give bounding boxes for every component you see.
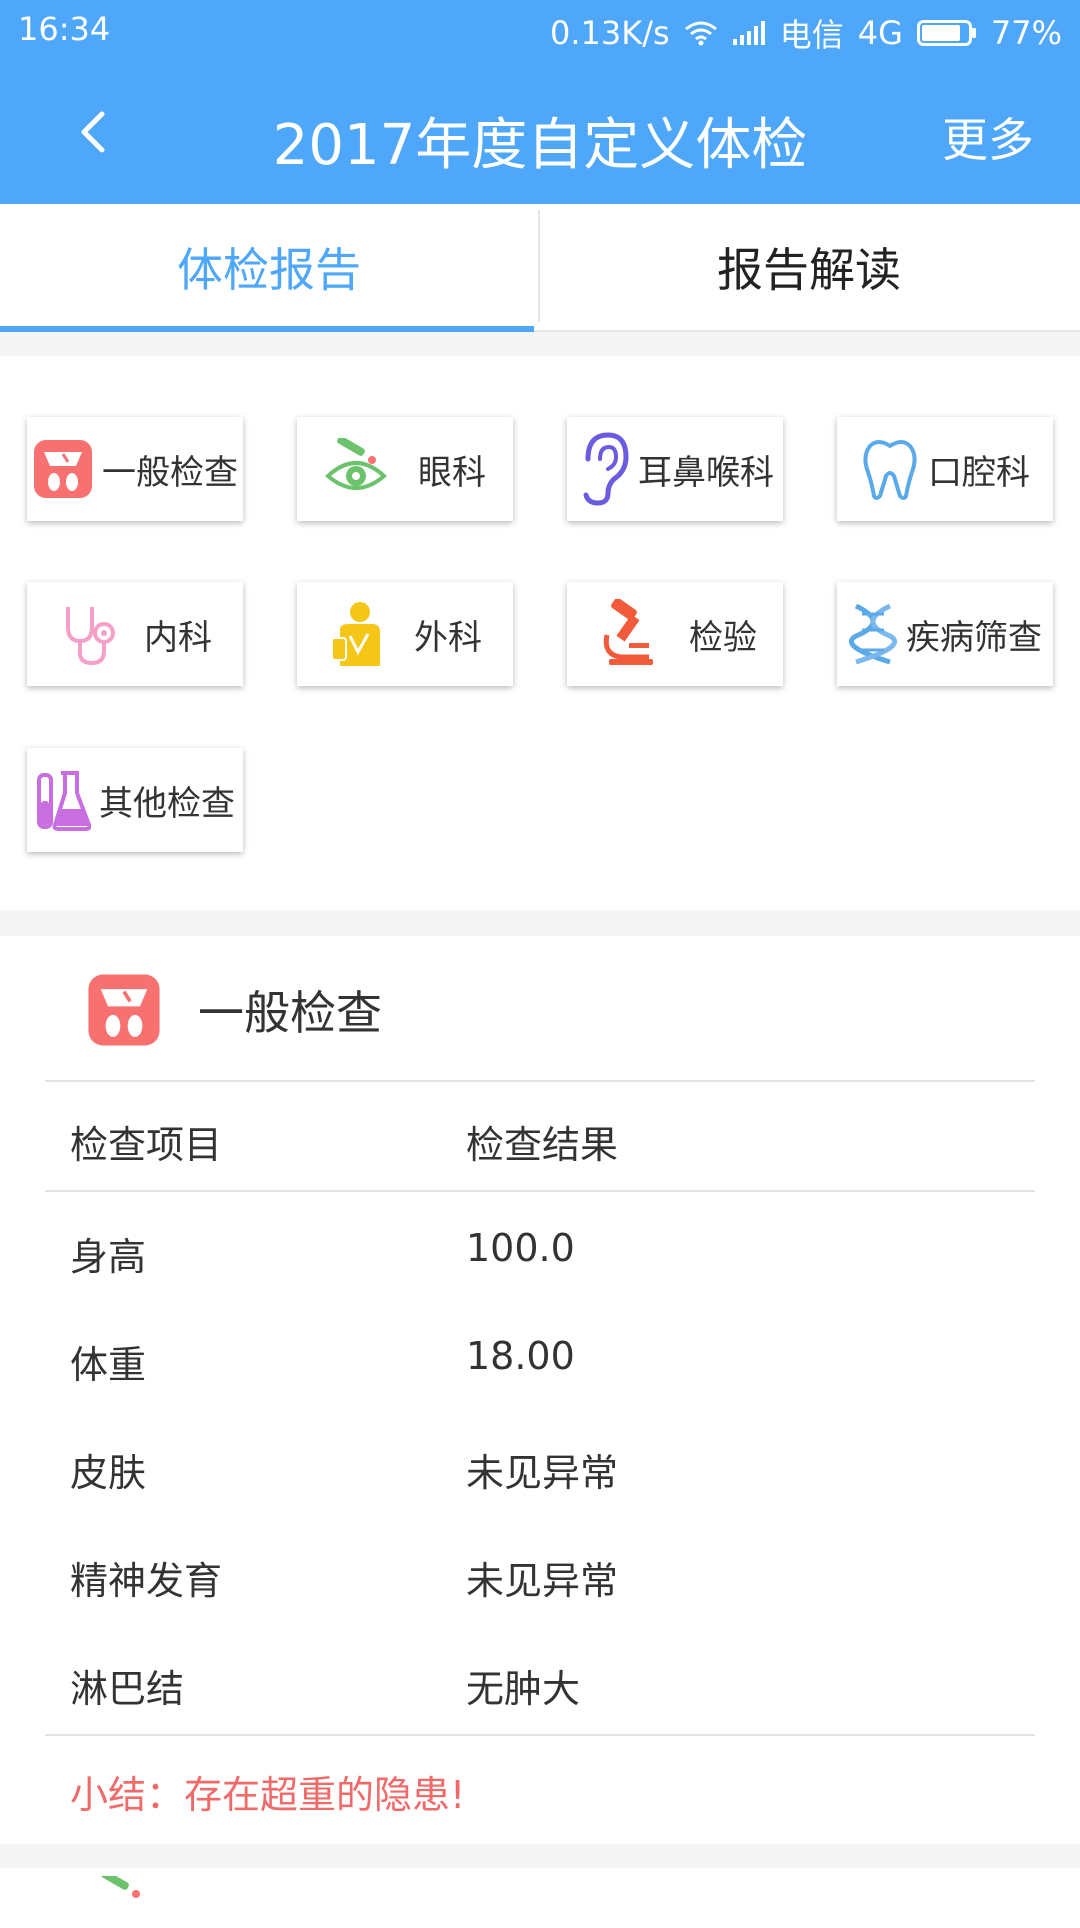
category-label: 其他检查	[99, 783, 235, 824]
category-label: 口腔科	[928, 452, 1030, 493]
category-general[interactable]: 一般检查	[27, 417, 243, 521]
row-result: 无肿大	[466, 1667, 581, 1711]
section-header: 一般检查	[86, 972, 382, 1048]
scale-icon	[34, 440, 92, 498]
app-bar: 2017年度自定义体检 更多	[0, 60, 1080, 204]
category-label: 一般检查	[102, 452, 238, 493]
next-section	[0, 1868, 1080, 1928]
status-bar: 16:34 0.13K/s 电信 4G 77%	[0, 0, 1080, 60]
column-header-result: 检查结果	[466, 1123, 619, 1167]
back-button[interactable]	[60, 94, 130, 170]
tooth-icon	[863, 440, 917, 500]
category-label: 疾病筛查	[906, 617, 1042, 658]
network-speed: 0.13K/s	[550, 14, 670, 52]
category-ent[interactable]: 耳鼻喉科	[567, 417, 783, 521]
category-ophthalmology[interactable]: 眼科	[297, 417, 513, 521]
summary-text: 小结：存在超重的隐患!	[70, 1773, 466, 1817]
more-button[interactable]: 更多	[942, 104, 1034, 170]
row-item: 淋巴结	[70, 1667, 185, 1711]
category-label: 眼科	[418, 452, 486, 493]
battery-level: 77%	[990, 14, 1062, 52]
tab-bar: 体检报告 报告解读	[0, 204, 1080, 332]
table-row: 皮肤 未见异常	[70, 1442, 1010, 1502]
network-type: 4G	[857, 14, 903, 52]
row-item: 身高	[70, 1235, 147, 1279]
stethoscope-icon	[66, 607, 115, 666]
category-label: 外科	[414, 617, 482, 658]
microscope-icon	[603, 599, 653, 665]
column-header-item: 检查项目	[70, 1123, 223, 1167]
category-other[interactable]: 其他检查	[27, 748, 243, 852]
row-result: 100.0	[466, 1226, 575, 1270]
status-indicators: 0.13K/s 电信 4G 77%	[550, 10, 1062, 56]
table-header: 检查项目 检查结果	[70, 1114, 1010, 1174]
dna-icon	[848, 603, 898, 665]
row-result: 未见异常	[466, 1559, 619, 1603]
flask-icon	[37, 771, 91, 831]
table-row: 体重 18.00	[70, 1334, 1010, 1394]
table-row: 身高 100.0	[70, 1226, 1010, 1286]
category-lab[interactable]: 检验	[567, 582, 783, 686]
scale-icon	[88, 974, 160, 1046]
divider	[45, 1190, 1035, 1192]
row-result: 未见异常	[466, 1451, 619, 1495]
page-title: 2017年度自定义体检	[272, 113, 808, 178]
general-exam-section: 一般检查 检查项目 检查结果 身高 100.0 体重 18.00 皮肤 未见异常…	[0, 936, 1080, 1844]
carrier-name: 电信	[779, 16, 844, 54]
category-dental[interactable]: 口腔科	[837, 417, 1053, 521]
row-item: 体重	[70, 1343, 147, 1387]
battery-icon	[916, 20, 976, 46]
divider	[45, 1734, 1035, 1736]
category-internal[interactable]: 内科	[27, 582, 243, 686]
category-label: 内科	[144, 617, 212, 658]
divider	[45, 1080, 1035, 1082]
row-item: 精神发育	[70, 1559, 223, 1603]
ear-icon	[583, 432, 629, 506]
category-grid: 一般检查 眼科 耳鼻喉科 口腔科 内科 外科 检验 疾病筛查 其他检查	[0, 356, 1080, 910]
wifi-icon	[684, 21, 717, 46]
row-result: 18.00	[466, 1334, 575, 1378]
section-title: 一般检查	[198, 986, 382, 1040]
category-screening[interactable]: 疾病筛查	[837, 582, 1053, 686]
tab-report[interactable]: 体检报告	[0, 204, 538, 330]
category-surgery[interactable]: 外科	[297, 582, 513, 686]
signal-icon	[732, 21, 765, 45]
eye-icon	[101, 1876, 140, 1898]
chevron-left-icon	[81, 111, 105, 153]
eye-icon	[324, 438, 388, 490]
status-time: 16:34	[18, 10, 111, 48]
category-label: 检验	[689, 617, 757, 658]
surgeon-icon	[331, 602, 380, 666]
category-label: 耳鼻喉科	[638, 452, 774, 493]
table-row: 淋巴结 无肿大	[70, 1658, 1010, 1718]
tab-interpretation[interactable]: 报告解读	[540, 204, 1078, 330]
row-item: 皮肤	[70, 1451, 147, 1495]
tab-active-indicator	[0, 326, 534, 332]
table-row: 精神发育 未见异常	[70, 1550, 1010, 1610]
